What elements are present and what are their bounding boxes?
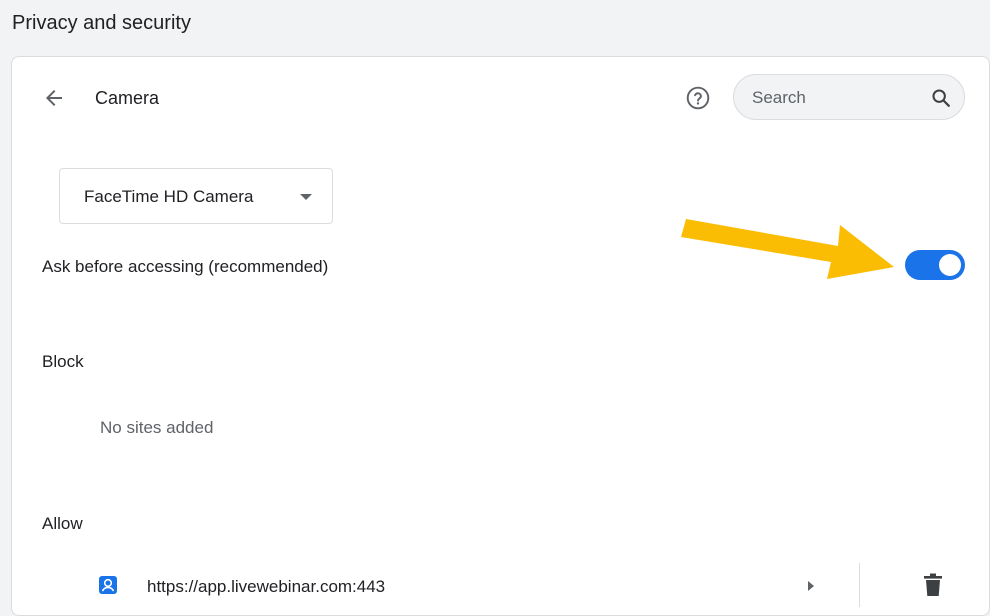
- back-button[interactable]: [42, 86, 66, 110]
- block-empty-text: No sites added: [100, 418, 214, 437]
- ask-before-accessing-label: Ask before accessing (recommended): [42, 257, 329, 276]
- chevron-right-icon[interactable]: [808, 581, 814, 591]
- site-row: https://app.livewebinar.com:443: [12, 563, 990, 613]
- caret-down-icon: [300, 194, 312, 200]
- annotation-arrow-icon: [681, 219, 894, 279]
- site-favicon-icon: [99, 576, 117, 594]
- settings-card: Camera FaceTime HD Camera Ask before acc…: [11, 56, 990, 616]
- toggle-knob: [939, 254, 961, 276]
- search-input[interactable]: [752, 86, 902, 110]
- help-button[interactable]: [685, 85, 711, 111]
- camera-select[interactable]: FaceTime HD Camera: [59, 168, 333, 224]
- ask-before-accessing-toggle[interactable]: [905, 250, 965, 280]
- delete-site-button[interactable]: [922, 573, 944, 597]
- arrow-left-icon: [46, 90, 62, 106]
- block-heading: Block: [42, 352, 84, 371]
- site-url[interactable]: https://app.livewebinar.com:443: [147, 577, 385, 597]
- search-box: [733, 74, 965, 120]
- search-icon[interactable]: [930, 87, 952, 109]
- site-row-divider: [859, 563, 860, 607]
- page-title: Camera: [95, 88, 160, 108]
- help-circle-icon: [686, 86, 710, 110]
- section-title: Privacy and security: [12, 12, 191, 34]
- allow-heading: Allow: [42, 514, 83, 533]
- trash-icon: [924, 573, 942, 596]
- camera-select-value: FaceTime HD Camera: [84, 187, 254, 206]
